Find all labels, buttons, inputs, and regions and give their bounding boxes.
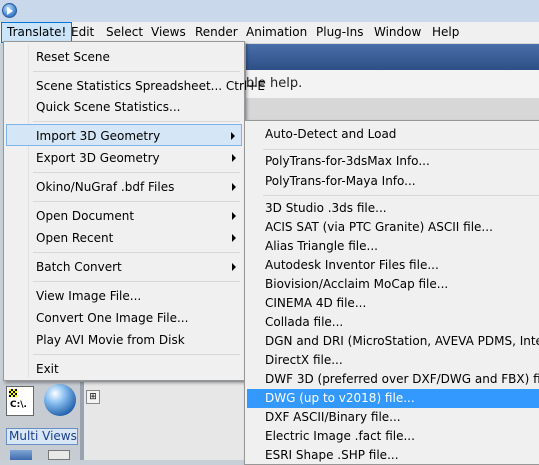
submenu-item-label: DWG (up to v2018) file... (265, 391, 415, 405)
menu-item-scene-statistics[interactable]: Scene Statistics Spreadsheet... Ctrl+E (6, 75, 265, 97)
submenu-arrow-icon (232, 183, 236, 191)
import-3d-geometry-submenu: Auto-Detect and Load PolyTrans-for-3dsMa… (244, 120, 539, 465)
submenu-item-label: PolyTrans-for-3dsMax Info... (265, 154, 430, 168)
menu-item-okino-bdf-files[interactable]: Okino/NuGraf .bdf Files (6, 176, 242, 198)
submenu-arrow-icon (232, 263, 236, 271)
scene-canvas[interactable] (84, 382, 254, 460)
submenu-separator (263, 195, 539, 196)
sphere-icon[interactable] (44, 384, 76, 416)
drive-icon[interactable]: C:\. (6, 386, 34, 416)
menu-translate[interactable]: Translate! (1, 22, 73, 43)
submenu-separator (263, 149, 539, 150)
menu-select[interactable]: Select (101, 22, 148, 43)
submenu-item-acis-sat[interactable]: ACIS SAT (via PTC Granite) ASCII file... (247, 218, 539, 237)
submenu-arrow-icon (232, 234, 236, 242)
menu-item-label: Convert One Image File... (36, 311, 189, 325)
menu-item-exit[interactable]: Exit (6, 358, 242, 380)
box-icon[interactable] (48, 450, 70, 460)
menu-separator (33, 201, 240, 202)
menu-separator (33, 252, 240, 253)
submenu-item-label: 3D Studio .3ds file... (265, 201, 387, 215)
menu-item-label: Okino/NuGraf .bdf Files (36, 180, 175, 194)
title-bar (0, 0, 539, 22)
submenu-item-label: CINEMA 4D file... (265, 296, 367, 310)
toolbar-strip (246, 98, 539, 120)
submenu-item-label: DXF ASCII/Binary file... (265, 410, 401, 424)
viewport-header (246, 44, 539, 70)
submenu-item-label: Electric Image .fact file... (265, 429, 415, 443)
submenu-item-label: DGN and DRI (MicroStation, AVEVA PDMS, I… (265, 334, 539, 348)
submenu-item-alias-triangle[interactable]: Alias Triangle file... (247, 237, 539, 256)
submenu-item-cinema-4d[interactable]: CINEMA 4D file... (247, 294, 539, 313)
menu-item-open-document[interactable]: Open Document (6, 205, 242, 227)
submenu-arrow-icon (231, 132, 235, 140)
submenu-item-electric-image[interactable]: Electric Image .fact file... (247, 427, 539, 446)
menu-item-open-recent[interactable]: Open Recent (6, 227, 242, 249)
menu-item-label: Export 3D Geometry (36, 151, 160, 165)
menu-render[interactable]: Render (190, 22, 243, 43)
submenu-item-directx[interactable]: DirectX file... (247, 351, 539, 370)
menu-item-convert-image-file[interactable]: Convert One Image File... (6, 307, 242, 329)
plane-icon[interactable] (10, 450, 32, 460)
menu-animation[interactable]: Animation (241, 22, 312, 43)
submenu-item-autodesk-inventor[interactable]: Autodesk Inventor Files file... (247, 256, 539, 275)
submenu-item-label: PolyTrans-for-Maya Info... (265, 174, 416, 188)
menu-item-play-avi-movie[interactable]: Play AVI Movie from Disk (6, 329, 242, 351)
menu-separator (33, 121, 240, 122)
menu-item-label: Scene Statistics Spreadsheet... Ctrl+E (36, 79, 265, 93)
submenu-item-label: Autodesk Inventor Files file... (265, 258, 439, 272)
submenu-item-label: Alias Triangle file... (265, 239, 378, 253)
menu-separator (33, 281, 240, 282)
submenu-item-auto-detect[interactable]: Auto-Detect and Load (247, 125, 539, 144)
menu-item-label: Exit (36, 362, 59, 376)
submenu-item-dwf-3d[interactable]: DWF 3D (preferred over DXF/DWG and FBX) … (247, 370, 539, 389)
menu-item-label: Import 3D Geometry (36, 129, 161, 143)
menu-edit[interactable]: Edit (66, 22, 99, 43)
drive-icon-label: C:\. (10, 400, 27, 410)
submenu-item-label: DirectX file... (265, 353, 343, 367)
submenu-item-dgn-dri[interactable]: DGN and DRI (MicroStation, AVEVA PDMS, I… (247, 332, 539, 351)
multi-views-button[interactable]: Multi Views (6, 428, 78, 445)
menu-separator (33, 172, 240, 173)
menu-views[interactable]: Views (146, 22, 191, 43)
submenu-item-polytrans-maya[interactable]: PolyTrans-for-Maya Info... (247, 172, 539, 191)
menu-item-export-3d-geometry[interactable]: Export 3D Geometry (6, 147, 242, 169)
menu-separator (33, 354, 240, 355)
submenu-item-collada[interactable]: Collada file... (247, 313, 539, 332)
menu-item-import-3d-geometry[interactable]: Import 3D Geometry (6, 124, 242, 146)
menu-item-label: Open Recent (36, 231, 114, 245)
menu-item-label: Open Document (36, 209, 135, 223)
app-icon[interactable] (2, 3, 17, 18)
help-line: ble help. (246, 70, 539, 99)
submenu-item-dxf[interactable]: DXF ASCII/Binary file... (247, 408, 539, 427)
submenu-item-label: Biovision/Acclaim MoCap file... (265, 277, 449, 291)
menu-item-quick-statistics[interactable]: Quick Scene Statistics... (6, 96, 242, 118)
submenu-item-3ds[interactable]: 3D Studio .3ds file... (247, 199, 539, 218)
menu-item-label: View Image File... (36, 289, 142, 303)
menu-item-label: Reset Scene (36, 50, 110, 64)
submenu-arrow-icon (232, 212, 236, 220)
submenu-item-dwg[interactable]: DWG (up to v2018) file... (247, 389, 539, 408)
menu-plugins[interactable]: Plug-Ins (311, 22, 369, 43)
menu-item-batch-convert[interactable]: Batch Convert (6, 256, 242, 278)
menu-item-label: Quick Scene Statistics... (36, 100, 181, 114)
grid-button[interactable]: ⊞ (86, 390, 100, 404)
submenu-item-biovision[interactable]: Biovision/Acclaim MoCap file... (247, 275, 539, 294)
translate-menu: Reset Scene Scene Statistics Spreadsheet… (3, 41, 265, 381)
menu-item-reset-scene[interactable]: Reset Scene (6, 46, 242, 68)
submenu-item-label: Auto-Detect and Load (265, 127, 397, 141)
submenu-arrow-icon (232, 154, 236, 162)
submenu-item-label: DWF 3D (preferred over DXF/DWG and FBX) … (265, 372, 539, 386)
submenu-item-label: ACIS SAT (via PTC Granite) ASCII file... (265, 220, 493, 234)
submenu-item-esri-shape[interactable]: ESRI Shape .SHP file... (247, 446, 539, 465)
menu-help[interactable]: Help (427, 22, 464, 43)
menu-item-label: Batch Convert (36, 260, 122, 274)
menu-window[interactable]: Window (369, 22, 426, 43)
submenu-item-label: Collada file... (265, 315, 344, 329)
submenu-item-label: ESRI Shape .SHP file... (265, 448, 399, 462)
menu-item-view-image-file[interactable]: View Image File... (6, 285, 242, 307)
submenu-item-polytrans-3dsmax[interactable]: PolyTrans-for-3dsMax Info... (247, 152, 539, 171)
menu-separator (33, 71, 240, 72)
menu-item-label: Play AVI Movie from Disk (36, 333, 185, 347)
